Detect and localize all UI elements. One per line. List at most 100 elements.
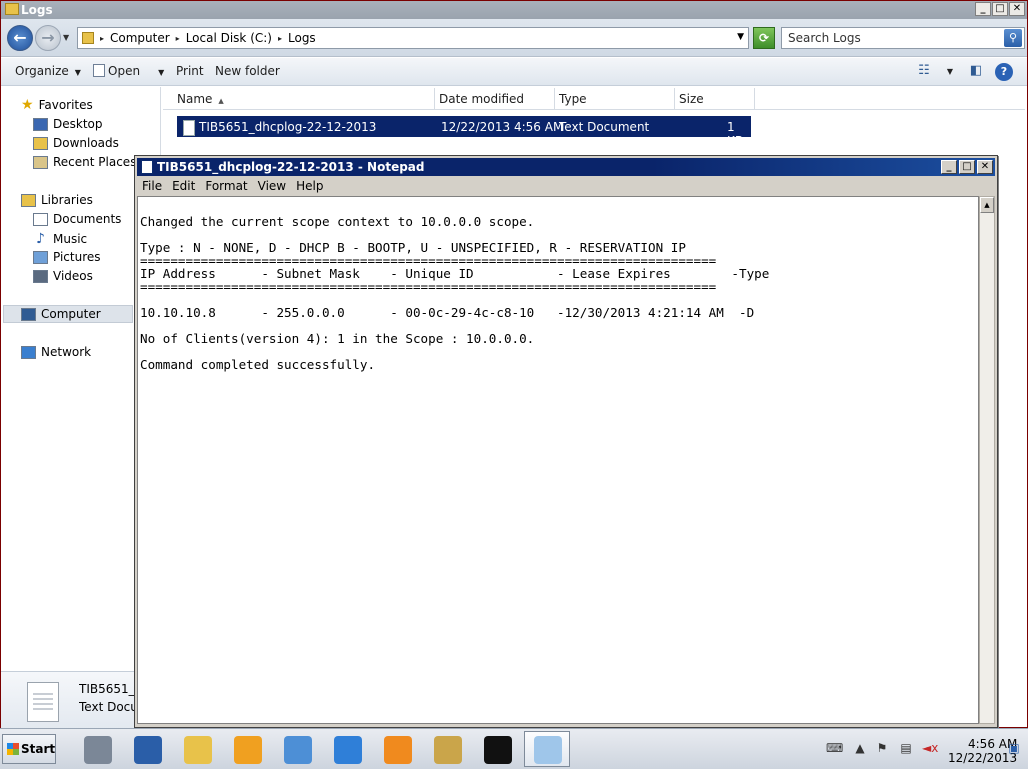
menu-view[interactable]: View xyxy=(253,177,291,196)
file-type: Text Document xyxy=(559,120,650,134)
keyboard-icon[interactable]: ⌨ xyxy=(826,741,843,757)
chevron-right-icon[interactable]: ▸ xyxy=(176,34,180,43)
nav-favorites[interactable]: ★ Favorites xyxy=(21,97,93,113)
folder-icon xyxy=(82,32,94,44)
chevron-down-icon[interactable]: ▼ xyxy=(941,63,959,81)
taskbar-button[interactable] xyxy=(174,731,220,767)
maximize-button[interactable]: □ xyxy=(992,2,1008,16)
chevron-down-icon: ▼ xyxy=(74,68,81,77)
flag-icon[interactable]: ⚑ xyxy=(874,741,890,757)
text-line: No of Clients(version 4): 1 in the Scope… xyxy=(140,331,535,346)
volume-muted-icon[interactable]: ◄x xyxy=(922,741,938,757)
taskbar-button[interactable] xyxy=(74,731,120,767)
file-row[interactable]: TIB5651_dhcplog-22-12-2013 12/22/2013 4:… xyxy=(177,116,751,148)
notepad-icon xyxy=(534,736,562,764)
chevron-down-icon[interactable]: ▼ xyxy=(158,68,164,77)
scroll-up-icon[interactable]: ▲ xyxy=(980,197,994,213)
help-icon[interactable]: ? xyxy=(995,63,1013,81)
new-folder-button[interactable]: New folder xyxy=(215,64,280,78)
address-box[interactable]: ▸ Computer ▸ Local Disk (C:) ▸ Logs ▼ xyxy=(77,27,749,49)
pictures-icon xyxy=(33,250,48,264)
forward-button[interactable]: → xyxy=(35,25,61,51)
notepad-menubar: File Edit Format View Help xyxy=(137,177,995,196)
nav-computer[interactable]: Computer xyxy=(21,307,101,321)
nav-desktop-label: Desktop xyxy=(53,117,103,131)
menu-file[interactable]: File xyxy=(137,177,167,196)
nav-videos[interactable]: Videos xyxy=(33,269,93,283)
taskbar-button[interactable] xyxy=(224,731,270,767)
search-input[interactable]: Search Logs ⚲ xyxy=(781,27,1025,49)
server-icon[interactable]: ▤ xyxy=(898,741,914,757)
print-button[interactable]: Print xyxy=(176,64,204,78)
refresh-button[interactable]: ⟳ xyxy=(753,27,775,49)
nav-downloads[interactable]: Downloads xyxy=(33,136,119,150)
star-icon: ★ xyxy=(21,97,34,113)
close-button[interactable]: ✕ xyxy=(1009,2,1025,16)
text-document-icon xyxy=(27,682,59,722)
column-name[interactable]: Name ▲ xyxy=(163,88,435,110)
organize-button[interactable]: Organize ▼ xyxy=(15,64,81,78)
minimize-button[interactable]: _ xyxy=(975,2,991,16)
taskbar-button[interactable] xyxy=(124,731,170,767)
internet-explorer-icon xyxy=(334,736,362,764)
nav-network[interactable]: Network xyxy=(21,345,91,359)
details-file-name: TIB5651_ xyxy=(79,682,135,696)
nav-music[interactable]: ♪ Music xyxy=(33,231,87,247)
app-orange-icon xyxy=(234,736,262,764)
nav-pictures[interactable]: Pictures xyxy=(33,250,101,264)
menu-format[interactable]: Format xyxy=(200,177,252,196)
search-icon[interactable]: ⚲ xyxy=(1004,29,1022,47)
notepad-maximize-button[interactable]: □ xyxy=(959,160,975,174)
address-bar-area: ← → ▼ ▸ Computer ▸ Local Disk (C:) ▸ Log… xyxy=(1,19,1027,57)
taskbar-button[interactable] xyxy=(274,731,320,767)
menu-help[interactable]: Help xyxy=(291,177,328,196)
documents-icon xyxy=(33,212,48,226)
taskbar-button[interactable] xyxy=(374,731,420,767)
taskbar-button[interactable] xyxy=(324,731,370,767)
command-prompt-icon xyxy=(484,736,512,764)
text-line: Changed the current scope context to 10.… xyxy=(140,214,535,229)
column-headers: Name ▲ Date modified Type Size xyxy=(163,88,1025,110)
start-button[interactable]: Start xyxy=(2,734,56,764)
breadcrumb-computer[interactable]: Computer xyxy=(110,31,170,45)
menu-edit[interactable]: Edit xyxy=(167,177,200,196)
back-button[interactable]: ← xyxy=(7,25,33,51)
breadcrumb-logs[interactable]: Logs xyxy=(288,31,316,45)
taskbar-button[interactable] xyxy=(524,731,570,767)
text-line: Command completed successfully. xyxy=(140,357,376,372)
preview-pane-icon[interactable]: ◧ xyxy=(967,63,985,81)
chevron-right-icon[interactable]: ▸ xyxy=(278,34,282,43)
notepad-close-button[interactable]: ✕ xyxy=(977,160,993,174)
network-tray-icon[interactable]: ▣ xyxy=(1006,741,1022,757)
show-hidden-icons[interactable]: ▲ xyxy=(852,741,868,757)
taskbar-button[interactable] xyxy=(474,731,520,767)
text-line: 10.10.10.8 - 255.0.0.0 - 00-0c-29-4c-c8-… xyxy=(140,305,755,320)
chevron-right-icon[interactable]: ▸ xyxy=(100,34,104,43)
notepad-minimize-button[interactable]: _ xyxy=(941,160,957,174)
downloads-icon xyxy=(33,136,48,150)
column-size[interactable]: Size xyxy=(675,88,755,110)
nav-documents[interactable]: Documents xyxy=(33,212,121,226)
breadcrumb-local-disk[interactable]: Local Disk (C:) xyxy=(186,31,272,45)
file-size: 1 KB xyxy=(727,120,744,148)
column-date[interactable]: Date modified xyxy=(435,88,555,110)
open-button[interactable]: Open ▼ xyxy=(93,64,164,78)
column-type[interactable]: Type xyxy=(555,88,675,110)
notepad-text-area[interactable]: Changed the current scope context to 10.… xyxy=(137,196,979,724)
sort-up-icon: ▲ xyxy=(218,97,224,105)
nav-recent-places[interactable]: Recent Places xyxy=(33,155,136,169)
search-placeholder: Search Logs xyxy=(788,31,861,45)
vertical-scrollbar[interactable]: ▲ xyxy=(979,196,995,724)
chevron-down-icon[interactable]: ▼ xyxy=(737,32,744,42)
nav-libraries[interactable]: Libraries xyxy=(21,193,93,207)
nav-desktop[interactable]: Desktop xyxy=(33,117,103,131)
taskbar-button[interactable] xyxy=(424,731,470,767)
notepad-titlebar[interactable]: TIB5651_dhcplog-22-12-2013 - Notepad _ □… xyxy=(137,158,995,176)
server-manager-icon xyxy=(84,736,112,764)
explorer-titlebar[interactable]: Logs _ □ ✕ xyxy=(1,1,1027,19)
videos-icon xyxy=(33,269,48,283)
control-panel-icon xyxy=(284,736,312,764)
recent-pages-dropdown[interactable]: ▼ xyxy=(63,33,69,42)
desktop-icon xyxy=(33,117,48,131)
view-options-icon[interactable]: ☷ xyxy=(915,63,933,81)
